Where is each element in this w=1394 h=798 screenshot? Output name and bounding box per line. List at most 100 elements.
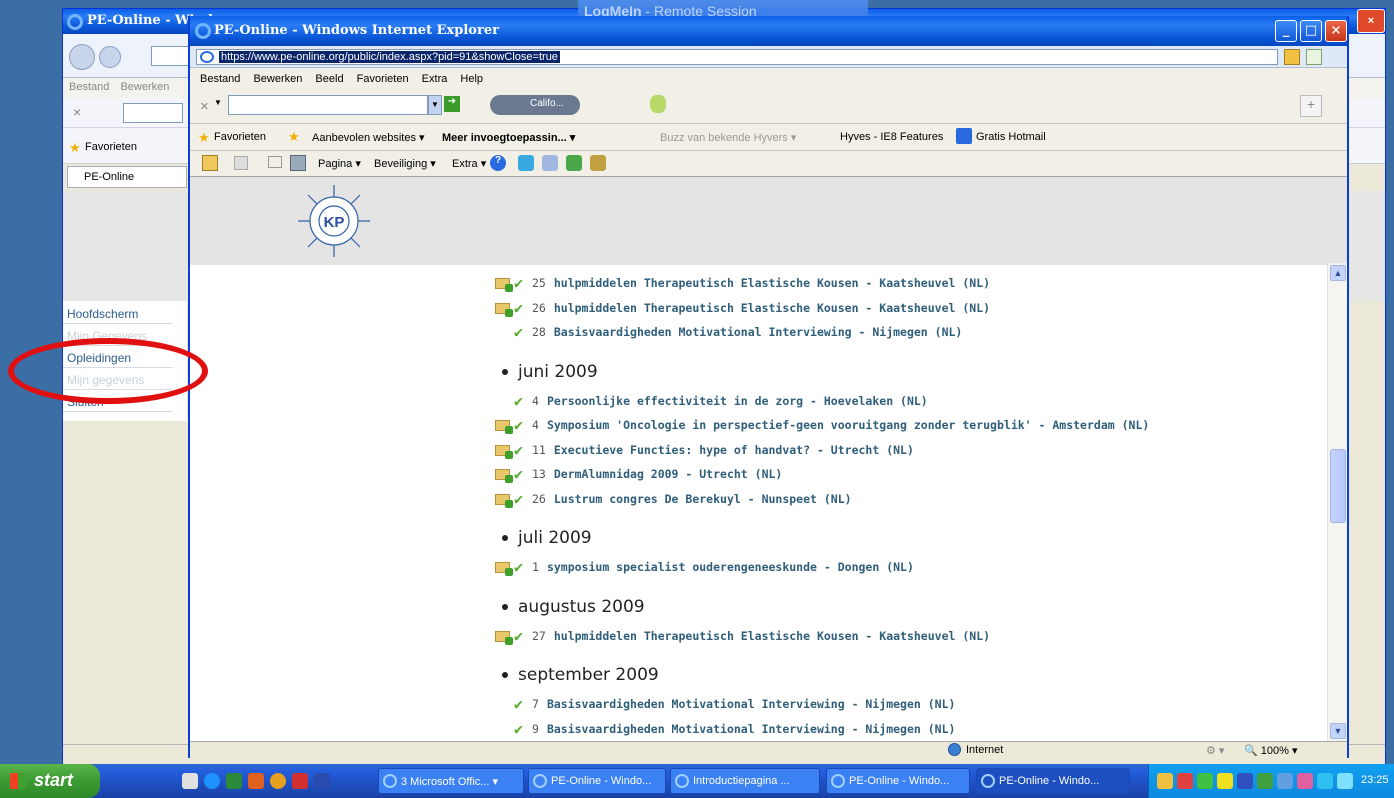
course-title-link[interactable]: hulpmiddelen Therapeutisch Elastische Ko… xyxy=(554,301,990,315)
tools-icon[interactable] xyxy=(590,155,606,171)
menu-bewerken[interactable]: Bewerken xyxy=(253,73,302,85)
help-icon[interactable]: ? xyxy=(490,155,506,171)
zoom-control[interactable]: 🔍 100% ▾ xyxy=(1244,744,1297,757)
feeds-icon[interactable] xyxy=(234,156,248,170)
folder-add-icon[interactable] xyxy=(495,444,513,459)
tray-10-icon[interactable] xyxy=(1337,773,1353,789)
tray-3-icon[interactable] xyxy=(1197,773,1213,789)
stop-icon[interactable]: × xyxy=(73,104,81,120)
start-button[interactable]: start xyxy=(0,764,100,798)
menu-bestand[interactable]: Bestand xyxy=(200,73,240,85)
course-row[interactable]: ✔ 7 Basisvaardigheden Motivational Intervi… xyxy=(514,695,955,717)
scroll-up-arrow[interactable]: ▲ xyxy=(1330,265,1346,281)
taskbar-btn-peonline-1[interactable]: PE-Online - Windo... xyxy=(528,768,666,794)
quicklaunch-1-icon[interactable] xyxy=(182,773,198,789)
course-title-link[interactable]: Lustrum congres De Berekuyl - Nunspeet (… xyxy=(554,492,852,506)
tray-2-icon[interactable] xyxy=(1177,773,1193,789)
menu-beeld[interactable]: Beeld xyxy=(315,73,343,85)
folder-add-icon[interactable] xyxy=(495,420,513,434)
quicklaunch-firefox-icon[interactable] xyxy=(270,773,286,789)
tray-7-icon[interactable] xyxy=(1277,773,1293,789)
course-row[interactable]: ✔ 4 Persoonlijke effectiviteit in de zorg … xyxy=(514,392,928,414)
taskbar-btn-introductie[interactable]: Introductiepagina ... xyxy=(670,768,820,794)
stop-icon[interactable]: × xyxy=(200,98,209,115)
cmd-extra[interactable]: Extra ▾ xyxy=(452,157,486,170)
tray-6-icon[interactable] xyxy=(1257,773,1273,789)
menu-help[interactable]: Help xyxy=(460,73,483,85)
search-field[interactable] xyxy=(228,95,428,115)
add-favorite-icon[interactable]: ★ xyxy=(288,129,300,145)
dropdown-icon[interactable]: ▼ xyxy=(214,98,222,107)
cmd-beveiliging[interactable]: Beveiliging ▾ xyxy=(374,157,436,170)
url-field[interactable]: https://www.pe-online.org/public/index.a… xyxy=(196,49,1278,65)
course-title-link[interactable]: symposium specialist ouderengeneeskunde … xyxy=(547,560,914,574)
back-address-field[interactable] xyxy=(151,46,191,66)
course-row[interactable]: ✔ 1 symposium specialist ouderengeneeskund… xyxy=(495,558,914,580)
mail-icon[interactable] xyxy=(268,156,282,168)
cmd-pagina[interactable]: Pagina ▾ xyxy=(318,157,361,170)
course-title-link[interactable]: Symposium 'Oncologie in perspectief-geen… xyxy=(547,418,1149,432)
nav-hoofdscherm[interactable]: Hoofdscherm xyxy=(63,303,173,324)
folder-add-icon[interactable] xyxy=(495,562,513,576)
messenger-icon[interactable] xyxy=(518,155,534,171)
home-icon[interactable] xyxy=(202,155,218,171)
course-row[interactable]: ✔ 26 Lustrum congres De Berekuyl - Nunspee… xyxy=(495,490,852,512)
forward-button[interactable] xyxy=(99,46,121,68)
back-menu-bestand[interactable]: Bestand xyxy=(69,81,109,93)
fav-buzz[interactable]: Buzz van bekende Hyvers ▾ xyxy=(660,131,796,144)
media-control[interactable]: Califo... xyxy=(490,95,580,115)
print-icon[interactable] xyxy=(290,155,306,171)
back-close-button[interactable]: × xyxy=(1357,9,1385,33)
lock-icon[interactable] xyxy=(1284,49,1300,65)
folder-add-icon[interactable] xyxy=(495,630,513,645)
close-button[interactable]: × xyxy=(1325,20,1347,42)
fav-aanbevolen[interactable]: Aanbevolen websites ▾ xyxy=(312,131,425,144)
translate-icon[interactable] xyxy=(566,155,582,171)
tray-4-icon[interactable] xyxy=(1217,773,1233,789)
favorites-button[interactable]: Favorieten xyxy=(214,131,266,143)
folder-add-icon[interactable] xyxy=(495,278,513,292)
quicklaunch-office-icon[interactable] xyxy=(248,773,264,789)
folder-add-icon[interactable] xyxy=(495,493,513,508)
maximize-button[interactable]: □ xyxy=(1300,20,1322,42)
front-browser-window[interactable]: PE-Online - Windows Internet Explorer _ … xyxy=(188,16,1349,758)
folder-add-icon[interactable] xyxy=(495,302,513,317)
back-tab[interactable]: PE-Online xyxy=(67,166,187,188)
scroll-down-arrow[interactable]: ▼ xyxy=(1330,723,1346,739)
fav-invoegtoepassingen[interactable]: Meer invoegtoepassin... ▾ xyxy=(442,131,575,144)
back-favorites-button[interactable]: Favorieten xyxy=(85,141,137,153)
course-title-link[interactable]: DermAlumnidag 2009 - Utrecht (NL) xyxy=(554,467,782,481)
quicklaunch-ie-icon[interactable] xyxy=(204,773,220,789)
fav-hotmail[interactable]: Gratis Hotmail xyxy=(976,131,1046,143)
taskbar-btn-peonline-active[interactable]: PE-Online - Windo... xyxy=(976,768,1130,794)
protected-mode-icon[interactable]: ⚙ ▾ xyxy=(1206,744,1224,757)
course-title-link[interactable]: Basisvaardigheden Motivational Interview… xyxy=(554,325,963,339)
search-dropdown[interactable]: ▼ xyxy=(428,95,442,115)
course-row[interactable]: ✔ 28 Basisvaardigheden Motivational Interv… xyxy=(514,323,963,345)
taskbar-btn-office[interactable]: 3 Microsoft Offic... ▾ xyxy=(378,768,524,794)
front-window-title[interactable]: PE-Online - Windows Internet Explorer _ … xyxy=(190,16,1347,46)
addon-icon[interactable] xyxy=(650,95,666,113)
course-title-link[interactable]: Persoonlijke effectiviteit in de zorg - … xyxy=(547,394,928,408)
quicklaunch-excel-icon[interactable] xyxy=(226,773,242,789)
course-title-link[interactable]: Executieve Functies: hype of handvat? - … xyxy=(554,443,914,457)
tray-5-icon[interactable] xyxy=(1237,773,1253,789)
tray-1-icon[interactable] xyxy=(1157,773,1173,789)
fav-hyves[interactable]: Hyves - IE8 Features xyxy=(840,131,943,143)
course-row[interactable]: ✔ 26 hulpmiddelen Therapeutisch Elastische… xyxy=(495,299,990,321)
course-title-link[interactable]: hulpmiddelen Therapeutisch Elastische Ko… xyxy=(554,276,990,290)
course-row[interactable]: ✔ 9 Basisvaardigheden Motivational Intervi… xyxy=(514,720,955,742)
taskbar-btn-peonline-2[interactable]: PE-Online - Windo... xyxy=(826,768,970,794)
scroll-thumb[interactable] xyxy=(1330,449,1346,523)
tray-9-icon[interactable] xyxy=(1317,773,1333,789)
course-row[interactable]: ✔ 11 Executieve Functies: hype of handvat?… xyxy=(495,441,914,463)
vertical-scrollbar[interactable]: ▲ ▼ xyxy=(1327,263,1347,741)
course-title-link[interactable]: hulpmiddelen Therapeutisch Elastische Ko… xyxy=(554,629,990,643)
course-row[interactable]: ✔ 27 hulpmiddelen Therapeutisch Elastische… xyxy=(495,627,990,649)
quicklaunch-word-icon[interactable] xyxy=(314,773,330,789)
research-icon[interactable] xyxy=(542,155,558,171)
menu-extra[interactable]: Extra xyxy=(422,73,448,85)
course-row[interactable]: ✔ 13 DermAlumnidag 2009 - Utrecht (NL) xyxy=(495,465,782,487)
tray-8-icon[interactable] xyxy=(1297,773,1313,789)
back-menu-bewerken[interactable]: Bewerken xyxy=(120,81,169,93)
